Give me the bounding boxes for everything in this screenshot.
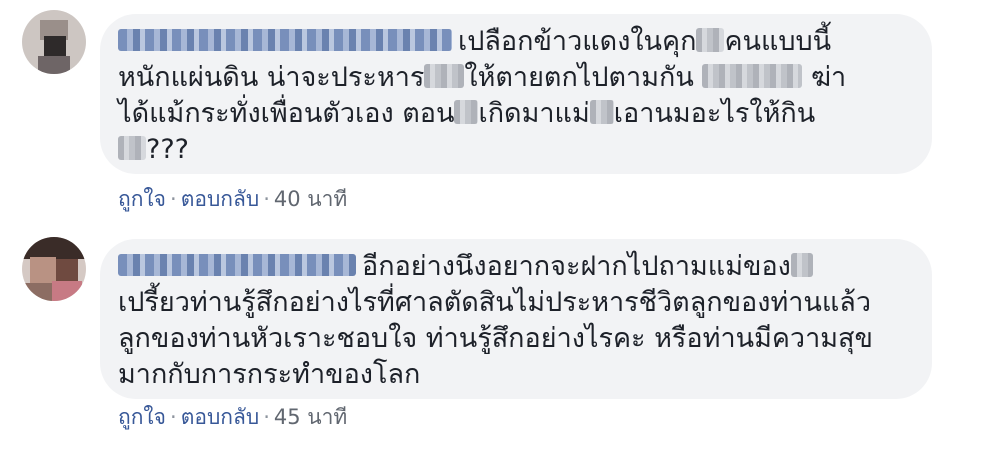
comment-text-segment: เปรี้ยวท่านรู้สึกอย่างไรที่ศาลตัดสินไม่ป…: [118, 287, 871, 318]
timestamp-link[interactable]: 45 นาที: [274, 405, 347, 429]
comment-text-segment: เปลือกข้าวแดงในคุก: [458, 26, 697, 57]
censored-text: [696, 27, 725, 52]
comment-text-segment: คนแบบนี้: [724, 26, 832, 57]
censored-text: [118, 135, 146, 160]
comment-text-segment: ???: [146, 134, 189, 165]
comment-text-segment: ให้ตายตกไปตามกัน: [464, 62, 694, 93]
avatar[interactable]: [22, 237, 86, 301]
comment-text-segment: เกิดมาแม่: [478, 98, 590, 129]
separator-dot: ·: [263, 405, 270, 429]
comment-text-segment: มากกับการกระทำของโลก: [118, 359, 421, 390]
censored-text: [702, 63, 803, 88]
comment-actions: ถูกใจ · ตอบกลับ · 45 นาที: [118, 401, 347, 434]
censored-text: [589, 99, 614, 124]
comment-text-segment: อีกอย่างนึงอยากจะฝากไปถามแม่ของ: [362, 251, 791, 282]
comment-text: อีกอย่างนึงอยากจะฝากไปถามแม่ของ เปรี้ยวท…: [118, 249, 910, 393]
author-name-blurred[interactable]: [118, 253, 356, 276]
comment-actions: ถูกใจ · ตอบกลับ · 40 นาที: [118, 183, 347, 216]
comment-text-segment: ฆ่า: [811, 62, 847, 93]
censored-text: [424, 63, 465, 88]
censored-text: [454, 99, 479, 124]
reply-link[interactable]: ตอบกลับ: [181, 405, 260, 429]
censored-text: [790, 252, 813, 277]
reply-link[interactable]: ตอบกลับ: [181, 187, 260, 211]
separator-dot: ·: [170, 187, 177, 211]
comment-bubble: เปลือกข้าวแดงในคุก คนแบบนี้ หนักแผ่นดิน น…: [100, 14, 932, 174]
timestamp-link[interactable]: 40 นาที: [274, 187, 347, 211]
comment-text: เปลือกข้าวแดงในคุก คนแบบนี้ หนักแผ่นดิน น…: [118, 24, 910, 168]
separator-dot: ·: [170, 405, 177, 429]
comment-text-segment: เอานมอะไรให้กิน: [613, 98, 816, 129]
comment-text-segment: ลูกของท่านหัวเราะชอบใจ ท่านรู้สึกอย่างไร…: [118, 323, 873, 354]
comment-text-segment: ได้แม้กระทั่งเพื่อนตัวเอง ตอน: [118, 98, 455, 129]
comment-bubble: อีกอย่างนึงอยากจะฝากไปถามแม่ของ เปรี้ยวท…: [100, 239, 932, 399]
comment-1: เปลือกข้าวแดงในคุก คนแบบนี้ หนักแผ่นดิน น…: [0, 0, 1000, 225]
separator-dot: ·: [263, 187, 270, 211]
avatar[interactable]: [22, 10, 86, 74]
like-link[interactable]: ถูกใจ: [118, 187, 166, 211]
comment-2: อีกอย่างนึงอยากจะฝากไปถามแม่ของ เปรี้ยวท…: [0, 225, 1000, 455]
comment-text-segment: หนักแผ่นดิน น่าจะประหาร: [118, 62, 425, 93]
like-link[interactable]: ถูกใจ: [118, 405, 166, 429]
author-name-blurred[interactable]: [118, 28, 452, 51]
